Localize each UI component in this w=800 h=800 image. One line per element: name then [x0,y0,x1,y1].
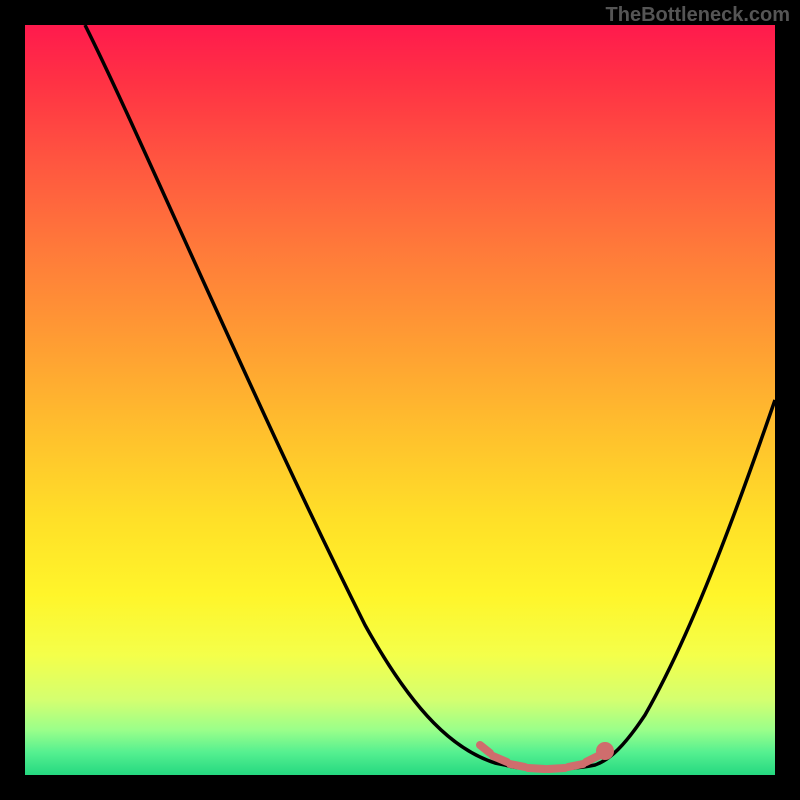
watermark-text: TheBottleneck.com [606,4,790,27]
chart-svg [25,25,775,775]
bottleneck-curve-line [85,25,775,769]
chart-plot-area [25,25,775,775]
